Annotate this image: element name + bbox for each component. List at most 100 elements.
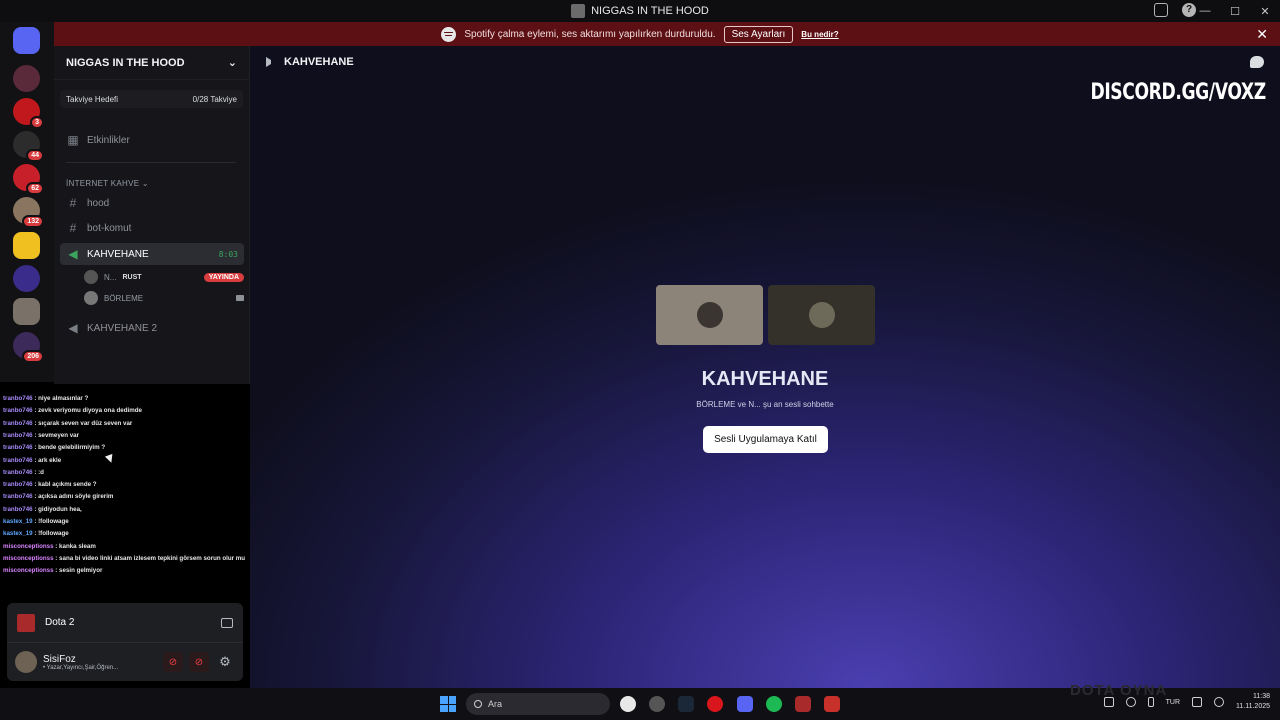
- chat-text: : sıçarak seven var düz seven var: [34, 419, 133, 427]
- mention-badge: 206: [22, 350, 44, 363]
- dota-icon[interactable]: [795, 696, 811, 712]
- channel-bot-komut[interactable]: # bot-komut: [60, 217, 244, 239]
- microphone-icon[interactable]: [1147, 697, 1154, 707]
- time: 11:38: [1253, 693, 1270, 700]
- category-header[interactable]: İNTERNET KAHVE ⌄: [66, 179, 149, 188]
- avatar: [84, 270, 98, 284]
- game-name: Dota 2: [45, 617, 75, 628]
- close-icon[interactable]: ✕: [1256, 26, 1268, 43]
- chat-message: tranbo746 : :d: [3, 469, 44, 476]
- custom-status: • Yazar,Yayıncı,Şair,Öğren...: [43, 664, 119, 671]
- clock[interactable]: 11:38 11.11.2025: [1236, 692, 1270, 712]
- channel-hood[interactable]: # hood: [60, 192, 244, 214]
- channel-header: KAHVEHANE: [266, 56, 354, 68]
- chat-message: tranbo746 : kabl açıkmı sende ?: [3, 481, 97, 488]
- chat-username: tranbo746: [3, 407, 33, 415]
- events-item[interactable]: ▦ Etkinlikler: [60, 129, 244, 151]
- inbox-icon[interactable]: [1154, 3, 1168, 17]
- channel-label: KAHVEHANE 2: [87, 322, 158, 334]
- avatar[interactable]: [15, 651, 37, 673]
- server-icon[interactable]: [13, 265, 40, 292]
- speaker-icon: ◀: [68, 321, 78, 335]
- chevron-down-icon: ⌄: [227, 57, 237, 69]
- network-icon[interactable]: [1192, 697, 1202, 707]
- chat-text: : !followage: [34, 530, 69, 538]
- chat-message: kastex_19 : !followage: [3, 518, 69, 525]
- voice-user[interactable]: BÖRLEME: [84, 289, 244, 307]
- title-bar: NIGGAS IN THE HOOD ? — ☐ ✕: [0, 0, 1280, 22]
- app-icon[interactable]: [649, 696, 665, 712]
- voice-user[interactable]: N... RUST YAYINDA: [84, 268, 244, 286]
- chat-bubble-icon[interactable]: [1250, 56, 1264, 68]
- username: SisiFoz: [43, 653, 76, 665]
- chat-username: tranbo746: [3, 481, 33, 489]
- avatar: [696, 302, 723, 328]
- chat-username: tranbo746: [3, 395, 33, 402]
- mention-badge: 62: [26, 182, 44, 195]
- server-icon[interactable]: 62: [13, 164, 44, 195]
- app-icon[interactable]: [824, 696, 840, 712]
- hashtag-icon: #: [69, 221, 77, 235]
- maximize-button[interactable]: ☐: [1220, 5, 1250, 18]
- chat-username: tranbo746: [3, 431, 33, 439]
- hashtag-icon: #: [69, 196, 77, 210]
- gear-icon[interactable]: ⚙: [215, 652, 235, 672]
- activity-game[interactable]: Dota 2: [7, 603, 243, 643]
- server-icon[interactable]: 206: [13, 332, 44, 363]
- events-label: Etkinlikler: [87, 134, 130, 146]
- voice-channel-view: KAHVEHANE DISCORD.GG/VOXZ KAHVEHANE BÖRL…: [250, 46, 1280, 688]
- chat-text: : :d: [34, 468, 44, 476]
- server-icon[interactable]: 132: [13, 197, 44, 228]
- sync-icon[interactable]: [1103, 697, 1114, 707]
- server-icon[interactable]: [13, 65, 40, 92]
- voice-user-name: N...: [104, 272, 117, 282]
- windows-start-icon[interactable]: [440, 696, 456, 712]
- voice-subtitle: BÖRLEME ve N... şu an sesli sohbette: [696, 400, 834, 409]
- participant-tile[interactable]: [768, 285, 875, 345]
- participant-tile[interactable]: [656, 285, 763, 345]
- close-window-button[interactable]: ✕: [1250, 5, 1280, 18]
- discord-icon[interactable]: [737, 696, 753, 712]
- minimize-button[interactable]: —: [1190, 5, 1220, 17]
- voice-channel-kahvehane-2[interactable]: ◀ KAHVEHANE 2: [60, 317, 244, 339]
- chat-message: tranbo746 : sıçarak seven var düz seven …: [3, 420, 132, 427]
- voice-channel-kahvehane[interactable]: ◀ KAHVEHANE 8:03: [60, 243, 244, 265]
- opera-icon[interactable]: [707, 696, 723, 712]
- server-icon-selected[interactable]: [13, 298, 40, 325]
- taskbar-search[interactable]: Ara: [466, 693, 610, 715]
- window-title: NIGGAS IN THE HOOD: [571, 4, 709, 18]
- discord-home-icon[interactable]: [13, 27, 40, 54]
- volume-icon[interactable]: [1214, 697, 1224, 707]
- headphones-deafened-icon[interactable]: ⊘: [189, 652, 209, 672]
- boost-goal-label: Takviye Hedefi: [66, 94, 119, 104]
- what-is-this-link[interactable]: Bu nedir?: [801, 30, 838, 39]
- chat-username: tranbo746: [3, 505, 33, 513]
- chat-username: tranbo746: [3, 419, 33, 427]
- chat-username: kastex_19: [3, 518, 33, 525]
- language-indicator[interactable]: TUR: [1166, 699, 1180, 706]
- voice-title: KAHVEHANE: [701, 368, 829, 390]
- speaker-icon: ◀: [68, 247, 78, 261]
- boost-goal[interactable]: Takviye Hedefi 0/28 Takviye: [60, 90, 243, 108]
- app-icon[interactable]: [620, 696, 636, 712]
- chat-message: tranbo746 : bende gelebilirmiyim ?: [3, 444, 105, 451]
- taskbar: DOTA OYNA Ara TUR 11:38 11.11.2025: [0, 682, 1280, 720]
- server-icon[interactable]: 44: [13, 131, 44, 162]
- server-icon[interactable]: 3: [13, 98, 44, 129]
- camera-icon: [236, 295, 244, 301]
- screen-share-icon[interactable]: [221, 617, 233, 628]
- channel-label: hood: [87, 197, 110, 209]
- chat-text: : açıksa adını söyle girerim: [34, 493, 114, 501]
- cloud-icon[interactable]: [1125, 697, 1136, 707]
- spotify-icon[interactable]: [766, 696, 782, 712]
- channel-label: KAHVEHANE: [87, 248, 149, 260]
- microphone-muted-icon[interactable]: ⊘: [163, 652, 183, 672]
- audio-settings-button[interactable]: Ses Ayarları: [723, 25, 794, 43]
- chat-text: : kanka sleam: [55, 542, 96, 550]
- channel-title: KAHVEHANE: [284, 56, 354, 68]
- steam-icon[interactable]: [678, 696, 694, 712]
- server-header[interactable]: NIGGAS IN THE HOOD ⌄: [54, 46, 249, 80]
- server-icon[interactable]: [13, 232, 40, 259]
- join-voice-button[interactable]: Sesli Uygulamaya Katıl: [703, 426, 828, 453]
- server-name: NIGGAS IN THE HOOD: [66, 56, 185, 69]
